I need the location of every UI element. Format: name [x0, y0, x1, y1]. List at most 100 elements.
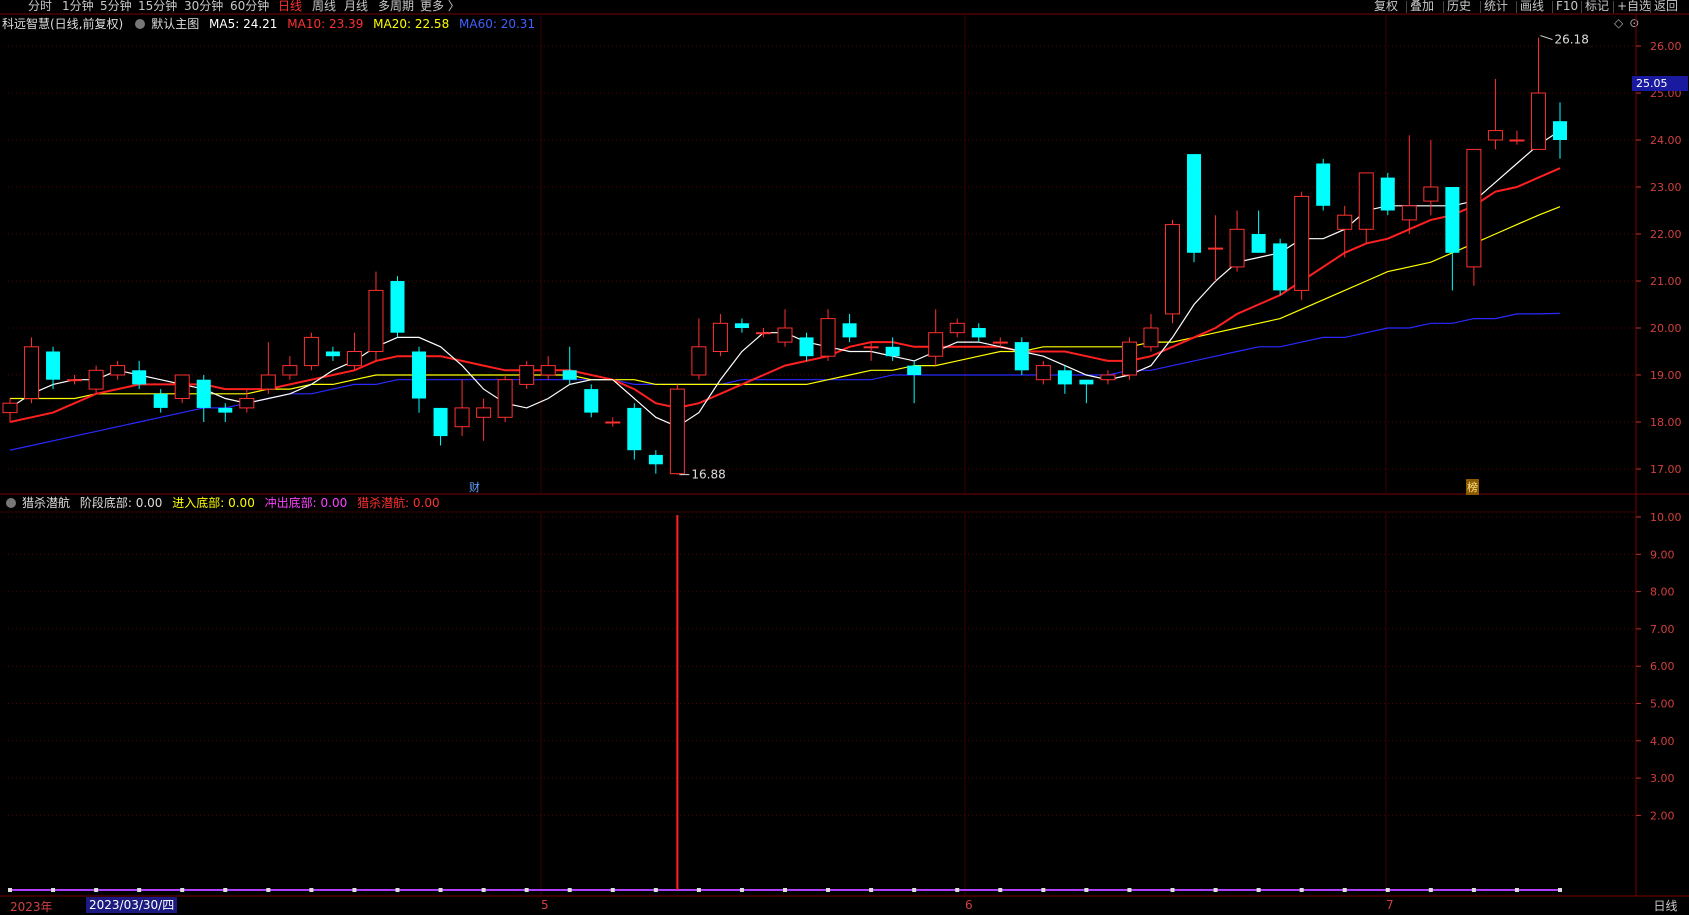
current-price-tag: 25.05 [1632, 76, 1688, 91]
price-tick-label: 24.00 [1650, 134, 1682, 147]
candle-body-down [153, 393, 168, 408]
candle-body-up [2, 402, 18, 414]
candle-body-down [648, 454, 663, 465]
candle-body-up [1143, 327, 1159, 348]
candle-body-down [412, 351, 427, 399]
candle-body-up [1401, 205, 1417, 221]
candle-body-down [390, 281, 405, 333]
indicator-dot [1084, 888, 1089, 892]
indicator-dot [998, 888, 1003, 892]
candle-body-up [476, 407, 492, 418]
candle-body-up [820, 318, 836, 357]
candle-body-down [1057, 370, 1072, 385]
candle-body-up [88, 369, 104, 390]
indicator-dot [51, 888, 56, 892]
candle-body-down [1380, 177, 1395, 211]
indicator-dot [1428, 888, 1433, 892]
indicator-tick-label: 10.00 [1650, 511, 1682, 524]
candle-body-down [885, 346, 900, 357]
indicator-dot [869, 888, 874, 892]
candle-body-down [433, 407, 448, 437]
candle-body-down [584, 389, 599, 413]
candle-body-up [1423, 186, 1439, 202]
candle-body-up [174, 374, 190, 399]
candle-body-up [1121, 341, 1137, 376]
indicator-dot [610, 888, 615, 892]
candle-body-up [1100, 374, 1116, 381]
candle-body-up [519, 365, 535, 385]
candle-body-up [1487, 130, 1503, 141]
indicator-dot [395, 888, 400, 892]
indicator-tick-label: 8.00 [1650, 586, 1675, 599]
candle-body-down [627, 407, 642, 451]
indicator-dot [826, 888, 831, 892]
candle-body-down [799, 337, 814, 357]
candle-body-down [218, 407, 233, 413]
candle-body-up [368, 289, 384, 352]
candle-body-down [971, 328, 986, 338]
indicator-dot [1558, 888, 1562, 892]
candle-body-down [1079, 379, 1094, 385]
price-tick-label: 18.00 [1650, 416, 1682, 429]
candle-body-down [907, 365, 922, 375]
indicator-dot [94, 888, 99, 892]
month-6-label: 6 [965, 898, 973, 912]
candle-body-down [562, 370, 577, 380]
indicator-dot [266, 888, 271, 892]
candle-body-up [669, 388, 685, 475]
candle-body-up [1294, 195, 1310, 291]
indicator-dot [223, 888, 228, 892]
indicator-dot [1041, 888, 1046, 892]
indicator-tick-label: 9.00 [1650, 548, 1675, 561]
indicator-dot [1170, 888, 1175, 892]
price-tick-label: 23.00 [1650, 181, 1682, 194]
candle-body-up [260, 374, 276, 390]
low-price-label: 16.88 [691, 468, 725, 482]
indicator-dot [783, 888, 787, 892]
candle-body-up [992, 341, 1008, 344]
price-tick-label: 20.00 [1650, 322, 1682, 335]
indicator-dot [696, 888, 701, 892]
candle-body-up [691, 346, 707, 376]
indicator-dot [1471, 888, 1476, 892]
indicator-dot [1127, 888, 1132, 892]
indicator-dot [955, 888, 960, 892]
candle-body-down [46, 351, 61, 380]
indicator-dot [481, 888, 486, 892]
candle-body-down [1445, 187, 1460, 253]
indicator-dot [8, 888, 12, 892]
candle-body-up [1466, 148, 1482, 268]
indicator-tick-label: 3.00 [1650, 772, 1675, 785]
candle-body-up [346, 351, 362, 367]
period-tab-daily[interactable]: 日线 [1642, 897, 1689, 915]
earnings-marker[interactable]: 财 [469, 479, 480, 495]
candle-body-up [497, 379, 513, 418]
candle-body-down [1553, 121, 1567, 140]
candle-body-up [1337, 214, 1353, 230]
high-price-label: 26.18 [1554, 33, 1588, 47]
indicator-dot [352, 888, 357, 892]
indicator-dot [137, 888, 142, 892]
candle-body-up [949, 322, 965, 334]
indicator-tick-label: 7.00 [1650, 623, 1675, 636]
candlestick-chart[interactable]: 26.0025.0024.0023.0022.0021.0020.0019.00… [0, 0, 1689, 915]
candle-body-up [540, 365, 556, 376]
candle-body-down [1273, 243, 1288, 291]
ma20-line [10, 206, 1561, 400]
indicator-dot [1256, 888, 1261, 892]
candle-body-down [1187, 154, 1202, 253]
candle-body-down [1251, 234, 1266, 253]
price-tick-label: 21.00 [1650, 275, 1682, 288]
price-tick-label: 19.00 [1650, 369, 1682, 382]
dragon-tiger-marker[interactable]: 榜 [1466, 479, 1479, 495]
indicator-dot [912, 888, 917, 892]
candle-body-up [1229, 228, 1245, 268]
candle-body-up [282, 365, 298, 376]
month-5-label: 5 [541, 898, 549, 912]
candle-body-down [325, 351, 340, 357]
candle-body-up [110, 365, 126, 376]
indicator-dot [1299, 888, 1304, 892]
candle-body-down [1316, 163, 1331, 206]
high-pointer [1540, 35, 1553, 41]
indicator-dot [1514, 888, 1519, 892]
